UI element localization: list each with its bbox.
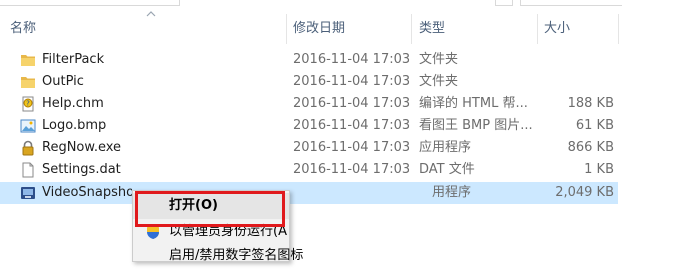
file-name: VideoSnapsho	[42, 185, 132, 200]
file-row[interactable]: FilterPack 2016-11-04 17:03 文件夹	[0, 49, 618, 71]
file-date: 2016-11-04 17:03	[293, 96, 411, 111]
file-row[interactable]: Logo.bmp 2016-11-04 17:03 看图王 BMP 图片... …	[0, 115, 618, 137]
address-bar-segment[interactable]	[0, 0, 180, 6]
file-date: 2016-11-04 17:03	[293, 74, 411, 89]
file-size: 1 KB	[584, 162, 614, 177]
file-row[interactable]: RegNow.exe 2016-11-04 17:03 应用程序 866 KB	[0, 137, 618, 159]
file-type: 应用程序	[419, 140, 472, 155]
file-name: OutPic	[42, 74, 84, 89]
file-date: 2016-11-04 17:03	[293, 52, 411, 67]
file-type: 文件夹	[419, 52, 459, 67]
file-name: Settings.dat	[42, 162, 121, 177]
file-row[interactable]: OutPic 2016-11-04 17:03 文件夹	[0, 71, 618, 93]
file-type: DAT 文件	[419, 162, 475, 177]
file-name: FilterPack	[42, 52, 105, 67]
svg-text:?: ?	[26, 100, 30, 108]
file-date: 2016-11-04 17:03	[293, 162, 411, 177]
column-header-row: 名称 修改日期 类型 大小	[0, 14, 700, 44]
address-bar-strip	[0, 0, 700, 6]
menu-item-signature-icon-toggle[interactable]: 启用/禁用数字签名图标	[133, 243, 303, 269]
column-divider[interactable]	[411, 14, 412, 44]
file-type: 用程序	[432, 185, 472, 200]
file-size: 61 KB	[575, 118, 614, 133]
column-divider[interactable]	[286, 14, 287, 44]
column-header-name[interactable]: 名称	[10, 14, 36, 44]
menu-item-label: 启用/禁用数字签名图标	[169, 248, 304, 263]
column-divider[interactable]	[618, 14, 619, 44]
annotation-highlight-box	[135, 191, 285, 227]
file-name: Logo.bmp	[42, 118, 107, 133]
app-icon	[21, 187, 35, 199]
file-row[interactable]: ? Help.chm 2016-11-04 17:03 编译的 HTML 帮..…	[0, 93, 618, 115]
file-date: 2016-11-04 17:03	[293, 118, 411, 133]
watermark-glyph-icon	[658, 194, 687, 211]
file-name: Help.chm	[42, 96, 104, 111]
file-date: 2016-11-04 17:03	[293, 140, 411, 155]
help-file-icon: ?	[22, 96, 34, 112]
folder-icon	[21, 77, 35, 88]
file-size: 188 KB	[567, 96, 614, 111]
file-size: 866 KB	[567, 140, 614, 155]
file-type: 看图王 BMP 图片...	[419, 118, 533, 133]
blank-file-icon	[22, 162, 34, 178]
file-size: 2,049 KB	[555, 185, 614, 200]
file-type: 编译的 HTML 帮...	[419, 96, 528, 111]
lock-app-icon	[22, 140, 34, 156]
folder-icon	[21, 55, 35, 66]
column-header-size[interactable]: 大小	[544, 14, 570, 44]
column-header-type[interactable]: 类型	[419, 14, 445, 44]
file-row-selected[interactable]: VideoSnapsho 用程序 2,049 KB	[0, 182, 618, 204]
image-file-icon	[20, 119, 36, 133]
file-name: RegNow.exe	[42, 140, 122, 155]
refresh-button-segment[interactable]	[495, 0, 513, 6]
column-header-date[interactable]: 修改日期	[293, 14, 345, 44]
column-divider[interactable]	[537, 14, 538, 44]
watermark-logo	[654, 186, 694, 222]
file-row[interactable]: Settings.dat 2016-11-04 17:03 DAT 文件 1 K…	[0, 159, 618, 181]
file-type: 文件夹	[419, 74, 459, 89]
